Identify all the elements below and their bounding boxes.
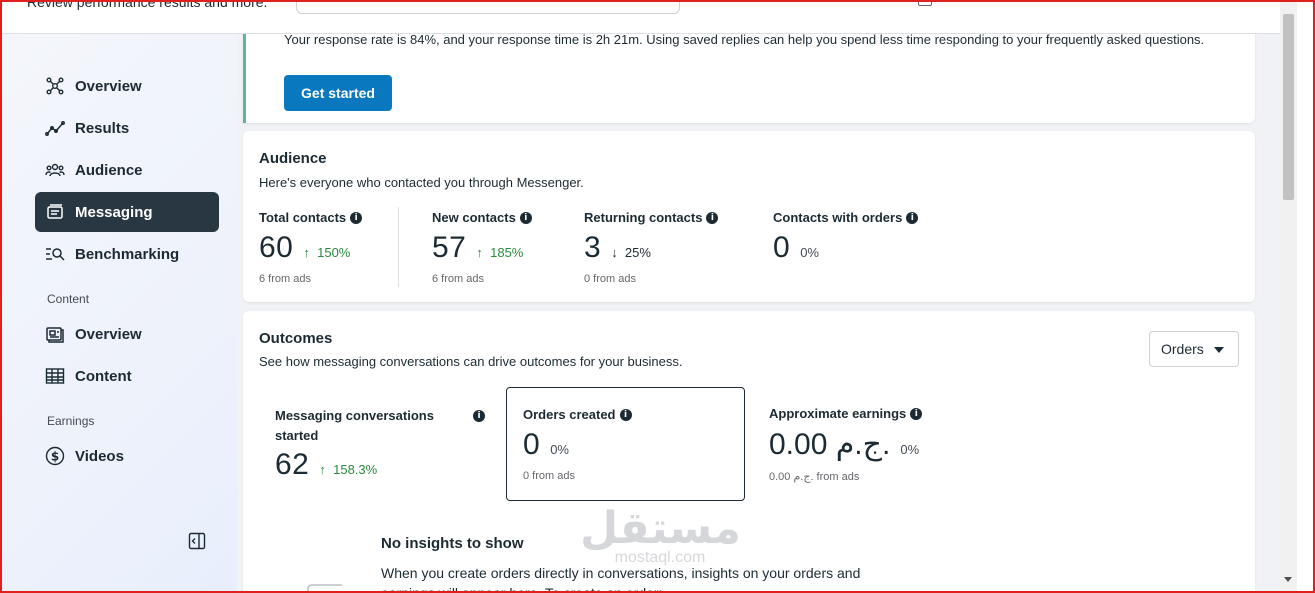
sidebar-item-results[interactable]: Results [35,108,219,148]
metric-value: 0 [773,231,791,264]
metric-value: 3 [584,231,602,264]
sidebar-item-label: Overview [75,77,142,95]
info-icon[interactable]: i [910,407,923,420]
sidebar-item-overview[interactable]: Overview [35,66,219,106]
audience-title: Audience [259,150,327,167]
messages-icon [45,202,65,222]
trend-line-icon [45,118,65,138]
metric-new-contacts: New contacts i 57 ↑ 185% 6 from ads [432,210,532,285]
metric-change: ↓ 25% [611,245,651,260]
arrow-up-icon: ↑ [319,462,326,477]
svg-text:$: $ [51,450,59,464]
search-input[interactable] [296,0,680,14]
content-overview-icon [45,324,65,344]
audience-subtitle: Here's everyone who contacted you throug… [259,175,584,190]
dollar-circle-icon: $ [45,446,65,466]
people-icon [45,160,65,180]
metric-label: Contacts with orders [773,210,903,225]
sidebar-item-label: Benchmarking [75,245,180,263]
metric-conversations-started: Messaging conversations started i 62 ↑ 1… [275,406,485,482]
arrow-down-icon: ↓ [611,245,618,260]
divider [398,207,399,287]
arrow-up-icon: ↑ [476,245,483,260]
metric-label: Total contacts [259,210,347,225]
metric-total-contacts: Total contacts i 60 ↑ 150% 6 from ads [259,210,363,285]
metric-label: New contacts [432,210,516,225]
metric-orders-created: Orders created i 0 0% 0 from ads [523,407,632,482]
metric-value: 0 [523,428,541,461]
benchmark-search-icon [45,244,65,264]
sidebar-item-videos[interactable]: $ Videos [35,436,219,476]
metric-foot: 6 from ads [259,273,311,285]
network-icon [45,76,65,96]
info-icon[interactable]: i [706,211,719,224]
scroll-thumb[interactable] [1283,14,1294,200]
sidebar-item-benchmarking[interactable]: Benchmarking [35,234,219,274]
sidebar-item-label: Content [75,367,132,385]
empty-state-title: No insights to show [381,535,524,552]
audience-card: Audience Here's everyone who contacted y… [243,131,1255,302]
sidebar-item-content[interactable]: Content [35,356,219,396]
metric-foot: 0 from ads [523,470,575,482]
metric-foot: 0 from ads [584,273,636,285]
sidebar-item-content-overview[interactable]: Overview [35,314,219,354]
metric-change: ↑ 158.3% [319,462,378,477]
page-subtitle: Review performance results and more. [27,0,268,10]
caret-down-icon [1214,347,1224,353]
metric-change: ↑ 185% [476,245,524,260]
calendar-icon[interactable] [918,0,932,6]
page-header: Review performance results and more. [0,0,1280,34]
metric-value: 0.00 ج.م. [769,428,891,461]
collapse-sidebar-icon[interactable] [187,531,207,551]
metric-label: Returning contacts [584,210,703,225]
info-icon[interactable]: i [519,211,532,224]
sidebar-item-label: Videos [75,447,124,465]
arrow-up-icon: ↑ [303,245,310,260]
metric-change: 0% [900,442,920,457]
sidebar-item-label: Overview [75,325,142,343]
metric-contacts-with-orders: Contacts with orders i 0 0% [773,210,919,265]
metric-label: Approximate earnings [769,406,907,421]
info-icon[interactable]: i [619,408,632,421]
sidebar: Overview Results Audience Messaging Benc… [0,34,237,593]
metric-label: Orders created [523,407,616,422]
outcomes-title: Outcomes [259,330,333,347]
sidebar-item-audience[interactable]: Audience [35,150,219,190]
empty-state-illustration [306,581,346,593]
metric-value: 62 [275,448,310,481]
metric-value: 60 [259,231,294,264]
outcomes-subtitle: See how messaging conversations can driv… [259,354,683,369]
right-gutter [1297,0,1315,593]
sidebar-item-messaging[interactable]: Messaging [35,192,219,232]
sidebar-item-label: Audience [75,161,143,179]
metric-returning-contacts: Returning contacts i 3 ↓ 25% 0 from ads [584,210,719,285]
section-label-earnings: Earnings [47,414,95,428]
vertical-scrollbar[interactable] [1280,0,1297,593]
empty-state-text: When you create orders directly in conve… [381,565,861,593]
orders-dropdown[interactable]: Orders [1149,331,1239,367]
metric-change: 0% [550,442,569,457]
info-icon[interactable]: i [906,211,919,224]
metric-value: 57 [432,231,467,264]
metric-change: ↑ 150% [303,245,351,260]
sidebar-item-label: Messaging [75,203,153,221]
dropdown-label: Orders [1161,341,1204,357]
outcomes-card: Outcomes See how messaging conversations… [243,311,1255,593]
info-icon[interactable]: i [473,410,485,422]
metric-change: 0% [800,245,819,260]
section-label-content: Content [47,292,90,306]
get-started-button[interactable]: Get started [284,75,392,111]
scroll-down-arrow-icon[interactable] [1284,577,1292,582]
info-icon[interactable]: i [350,211,363,224]
metric-label: Messaging conversations started [275,408,434,443]
sidebar-item-label: Results [75,119,130,137]
metric-approximate-earnings: Approximate earnings i 0.00 ج.م. 0% 0.00 … [769,406,923,483]
metric-foot: 0.00 ج.م. from ads [769,471,860,483]
table-grid-icon [45,366,65,386]
metric-foot: 6 from ads [432,273,484,285]
